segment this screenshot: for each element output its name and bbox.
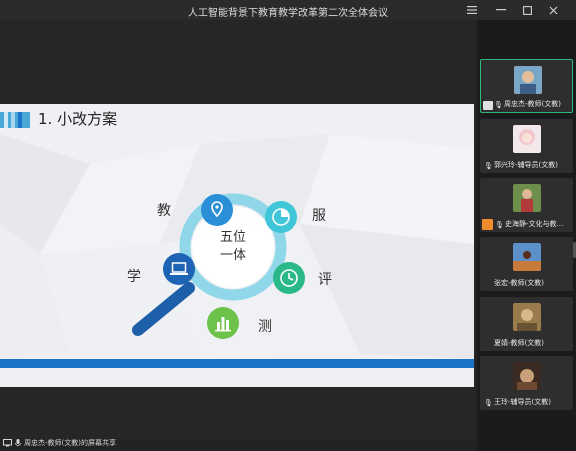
shared-screen-area: 1. 小改方案 五位 一体 教 服 学 评 测 bbox=[0, 20, 476, 440]
screen-share-label: 周忠杰-教师(文教)的屏幕共享 bbox=[24, 439, 116, 447]
participant-tile[interactable]: 张宏-教师(文教) bbox=[480, 237, 573, 291]
participant-name: 史海静-文化与教... bbox=[505, 220, 564, 228]
label-jiao: 教 bbox=[157, 203, 171, 219]
clock-icon bbox=[273, 262, 305, 294]
participant-name: 周忠杰-教师(文教) bbox=[504, 100, 561, 108]
participant-tile[interactable]: 🎙 周忠杰-教师(文教) bbox=[480, 59, 573, 113]
maximize-icon[interactable] bbox=[514, 1, 540, 19]
microphone-icon: 🎙 bbox=[484, 399, 493, 407]
pie-chart-icon bbox=[265, 201, 297, 233]
participant-tile[interactable]: 🎙 郭兴玲-辅导员(文教) bbox=[480, 119, 573, 173]
center-text-line2: 一体 bbox=[219, 248, 246, 263]
avatar bbox=[513, 184, 541, 212]
laptop-icon bbox=[163, 253, 195, 285]
avatar bbox=[513, 125, 541, 153]
label-fu: 服 bbox=[312, 208, 326, 224]
screen-share-status: 周忠杰-教师(文教)的屏幕共享 bbox=[0, 436, 300, 450]
avatar bbox=[513, 243, 541, 271]
label-xue: 学 bbox=[127, 269, 141, 285]
label-ce: 测 bbox=[258, 319, 272, 335]
participant-name: 张宏-教师(文教) bbox=[494, 279, 544, 287]
minimize-icon[interactable] bbox=[488, 1, 514, 19]
avatar bbox=[513, 303, 541, 331]
slide-bottom-bar bbox=[0, 359, 474, 368]
presentation-slide: 1. 小改方案 五位 一体 教 服 学 评 测 bbox=[0, 104, 474, 387]
screen-share-icon bbox=[482, 219, 493, 230]
microphone-icon: 🎙 bbox=[495, 221, 504, 229]
participant-name: 王玲-辅导员(文教) bbox=[494, 398, 551, 406]
label-ping: 评 bbox=[318, 272, 332, 288]
center-text-line1: 五位 bbox=[219, 230, 246, 245]
participant-name: 郭兴玲-辅导员(文教) bbox=[494, 161, 558, 169]
avatar bbox=[514, 66, 542, 94]
participant-name: 夏婧-教师(文教) bbox=[494, 339, 544, 347]
avatar bbox=[513, 362, 541, 390]
participant-panel: 🎙 周忠杰-教师(文教) 🎙 郭兴玲-辅导员(文教) 🎙 史海静-文化与教...… bbox=[477, 20, 576, 451]
microphone-icon: 🎙 bbox=[494, 101, 503, 109]
meeting-window: 人工智能背景下教育教学改革第二次全体会议 1. 小改方案 五位 一体 教 服 学… bbox=[0, 0, 576, 451]
participant-tile[interactable]: 🎙 史海静-文化与教... bbox=[480, 178, 573, 232]
participant-tile[interactable]: 夏婧-教师(文教) bbox=[480, 297, 573, 351]
title-bar: 人工智能背景下教育教学改革第二次全体会议 bbox=[0, 0, 576, 20]
location-pin-icon bbox=[201, 194, 233, 226]
close-icon[interactable] bbox=[540, 1, 566, 19]
microphone-icon: 🎙 bbox=[484, 162, 493, 170]
screen-share-icon bbox=[3, 439, 12, 447]
menu-icon[interactable] bbox=[459, 1, 485, 19]
screen-share-icon bbox=[483, 101, 493, 110]
participant-tile[interactable]: 🎙 王玲-辅导员(文教) bbox=[480, 356, 573, 410]
bar-chart-icon bbox=[207, 307, 239, 339]
microphone-icon bbox=[15, 439, 21, 446]
